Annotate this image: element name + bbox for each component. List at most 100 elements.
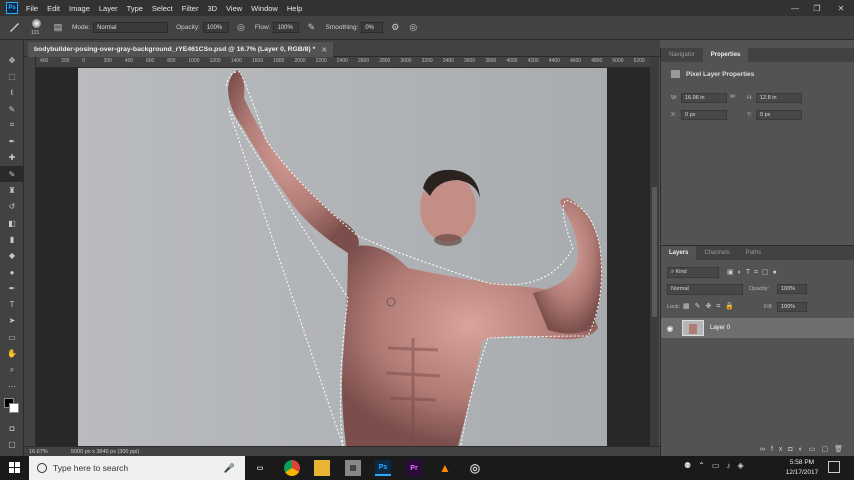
canvas-area[interactable] (36, 68, 650, 446)
pressure-opacity-icon[interactable]: ◎ (235, 22, 247, 34)
x-field[interactable]: 0 px (681, 110, 727, 120)
opacity-input[interactable]: 100% (202, 22, 229, 33)
microphone-icon[interactable]: 🎤 (224, 463, 235, 474)
bodybuilder-photo[interactable] (78, 68, 607, 446)
layer-actions[interactable]: ∞ fx ◘ ◐ ▭ ▢ 🗑 (661, 442, 854, 456)
scrollbar-thumb[interactable] (652, 187, 657, 317)
windows-start-icon[interactable] (9, 462, 20, 473)
task-view-icon[interactable]: ▭ (252, 460, 268, 476)
vertical-scrollbar[interactable] (650, 57, 659, 446)
pressure-size-icon[interactable]: ◎ (407, 22, 419, 34)
fill-field[interactable]: 100% (777, 302, 807, 312)
menu-window[interactable]: Window (251, 4, 278, 13)
more-tools-icon[interactable]: ⋯ (0, 378, 24, 394)
filter-kind-select[interactable]: ⌕ Kind (667, 267, 719, 278)
menu-help[interactable]: Help (287, 4, 302, 13)
zoom-level[interactable]: 16.67% (29, 449, 65, 455)
layer-name[interactable]: Layer 0 (710, 325, 730, 331)
gradient-tool-icon[interactable]: ▮ (0, 231, 24, 247)
menu-edit[interactable]: Edit (47, 4, 60, 13)
chevron-up-icon: ⌃ (698, 461, 712, 470)
ruler-tick-label: 2600 (358, 58, 370, 64)
tab-paths[interactable]: Paths (738, 246, 769, 260)
chrome-icon[interactable] (284, 460, 300, 476)
taskbar-search-box[interactable]: Type here to search 🎤 (29, 456, 245, 480)
quick-mask-icon[interactable]: ◘ (0, 420, 24, 436)
document-info[interactable]: 5000 px x 3840 px (300 ppi) (71, 449, 139, 455)
healing-brush-tool-icon[interactable]: ✚ (0, 150, 24, 166)
dodge-tool-icon[interactable]: ● (0, 264, 24, 280)
tab-channels[interactable]: Channels (696, 246, 737, 260)
menu-file[interactable]: File (26, 4, 38, 13)
menu-3d[interactable]: 3D (207, 4, 217, 13)
media-app-icon[interactable]: ▤ (345, 460, 361, 476)
eye-icon[interactable]: ◉ (661, 324, 679, 333)
screen-mode-icon[interactable]: ▢ (0, 437, 24, 453)
ruler-tick-label: 200 (103, 58, 112, 64)
close-button[interactable]: ✕ (830, 0, 852, 16)
photoshop-logo-icon: Ps (6, 2, 18, 14)
menu-type[interactable]: Type (127, 4, 143, 13)
crop-tool-icon[interactable]: ⌗ (0, 117, 24, 133)
zoom-tool-icon[interactable]: ⌕ (0, 362, 24, 378)
move-tool-icon[interactable]: ✥ (0, 52, 24, 68)
ruler-tick-label: 3800 (485, 58, 497, 64)
hand-tool-icon[interactable]: ✋ (0, 345, 24, 361)
smoothing-input[interactable]: 0% (361, 22, 384, 33)
blend-mode-select[interactable]: Normal (667, 284, 743, 295)
lasso-tool-icon[interactable]: ℓ (0, 85, 24, 101)
minimize-button[interactable]: — (784, 0, 806, 16)
brush-tool-active-icon[interactable]: ✎ (0, 166, 24, 183)
photoshop-taskbar-icon[interactable]: Ps (375, 460, 391, 476)
blur-tool-icon[interactable]: ◆ (0, 248, 24, 264)
system-tray-icons[interactable]: ⚉⌃▭♪◈ (684, 461, 751, 470)
clock[interactable]: 5:58 PM 12/17/2017 (782, 458, 822, 478)
color-swatches[interactable] (0, 394, 23, 420)
eraser-tool-icon[interactable]: ◧ (0, 215, 24, 231)
menu-view[interactable]: View (226, 4, 242, 13)
properties-heading: Pixel Layer Properties (686, 70, 755, 78)
rectangle-tool-icon[interactable]: ▭ (0, 329, 24, 345)
close-tab-icon[interactable]: ✕ (321, 46, 327, 54)
ruler-tick-label: 0 (82, 58, 86, 64)
file-explorer-icon[interactable] (314, 460, 330, 476)
eyedropper-tool-icon[interactable]: ✒ (0, 133, 24, 149)
menu-filter[interactable]: Filter (182, 4, 199, 13)
type-tool-icon[interactable]: T (0, 296, 24, 312)
menu-image[interactable]: Image (69, 4, 90, 13)
marquee-tool-icon[interactable]: ⬚ (0, 68, 24, 84)
tab-navigator[interactable]: Navigator (661, 48, 703, 62)
mode-select[interactable]: Normal (93, 22, 169, 33)
background-color-swatch[interactable] (9, 403, 19, 414)
flow-input[interactable]: 100% (273, 22, 300, 33)
menu-select[interactable]: Select (152, 4, 173, 13)
browser-icon[interactable]: ◎ (467, 460, 483, 476)
width-field[interactable]: 16.96 in (681, 93, 727, 103)
menu-layer[interactable]: Layer (99, 4, 118, 13)
brush-settings-icon[interactable]: ▤ (52, 22, 64, 34)
tab-properties[interactable]: Properties (702, 48, 749, 62)
notifications-icon[interactable] (828, 461, 840, 473)
y-field[interactable]: 0 px (756, 110, 802, 120)
ruler-tick-label: 1000 (188, 58, 200, 64)
history-brush-tool-icon[interactable]: ↺ (0, 199, 24, 215)
layer-row[interactable]: ◉ Layer 0 (661, 318, 854, 338)
gear-icon[interactable]: ⚙ (389, 22, 401, 34)
brush-preset-picker[interactable]: 121 (28, 18, 46, 38)
link-icon[interactable]: ∞ (730, 93, 740, 103)
clone-stamp-tool-icon[interactable]: ♜ (0, 182, 24, 198)
document-tab[interactable]: bodybuilder-posing-over-gray-background_… (28, 42, 333, 57)
premiere-taskbar-icon[interactable]: Pr (406, 460, 422, 476)
pen-tool-icon[interactable]: ✒ (0, 280, 24, 296)
height-field[interactable]: 12.8 in (756, 93, 802, 103)
layer-filter-icons[interactable]: ▣◐T⌗▢● (727, 268, 781, 277)
lock-icons[interactable]: ▦✎✥⌗🔒 (683, 302, 739, 311)
layer-opacity-field[interactable]: 100% (777, 284, 807, 294)
restore-button[interactable]: ❐ (806, 0, 828, 16)
quick-selection-tool-icon[interactable]: ✎ (0, 101, 24, 117)
airbrush-icon[interactable]: ✎ (305, 22, 317, 34)
path-selection-tool-icon[interactable]: ➤ (0, 313, 24, 329)
vlc-icon[interactable]: ▲ (437, 460, 453, 476)
tab-layers[interactable]: Layers (661, 246, 697, 260)
brush-tool-icon[interactable] (8, 22, 20, 34)
